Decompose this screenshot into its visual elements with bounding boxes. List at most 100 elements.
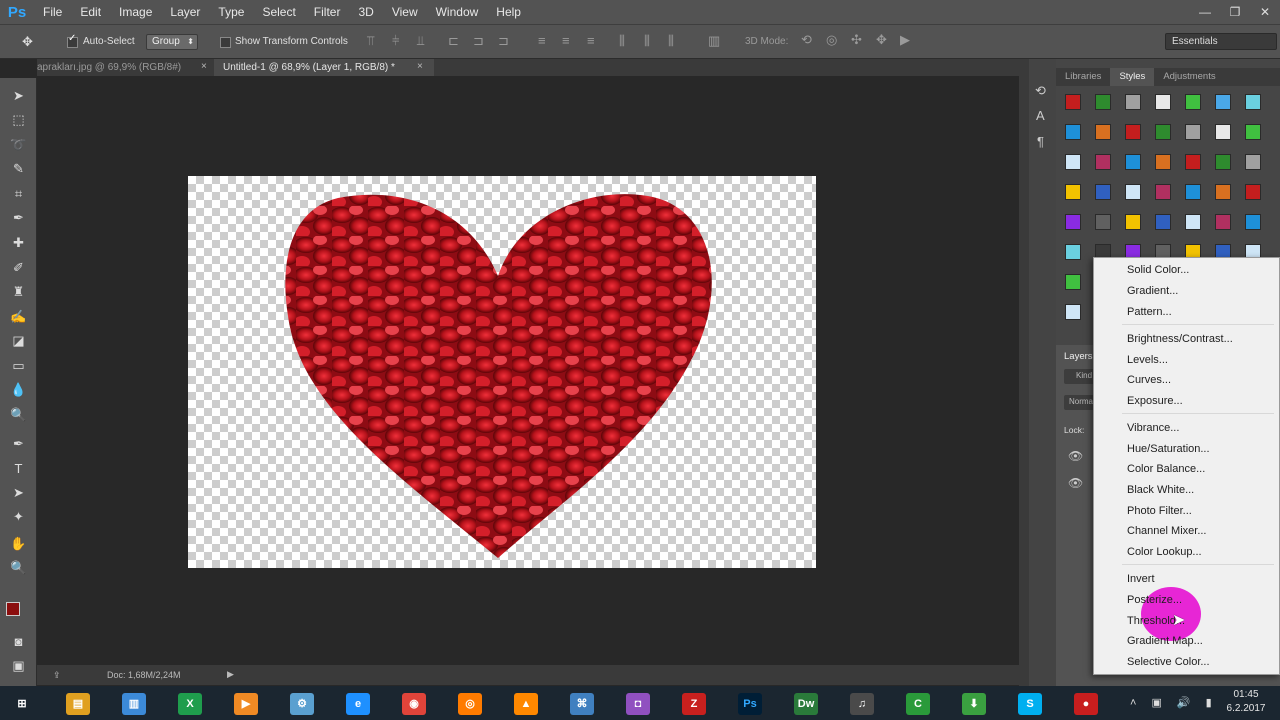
style-swatch[interactable] <box>1215 214 1231 230</box>
close-tab-icon[interactable]: × <box>201 61 207 72</box>
style-swatch[interactable] <box>1185 94 1201 110</box>
taskbar-recorder-icon[interactable]: ● <box>1068 689 1104 718</box>
taskbar-network-icon[interactable]: ⌘ <box>564 689 600 718</box>
menu-item-color-lookup[interactable]: Color Lookup... <box>1127 543 1202 561</box>
style-swatch[interactable] <box>1065 304 1081 320</box>
lasso-tool-icon[interactable]: ➰ <box>6 135 31 155</box>
style-swatch[interactable] <box>1125 94 1141 110</box>
menu-item-hue-saturation[interactable]: Hue/Saturation... <box>1127 440 1210 458</box>
show-transform-checkbox[interactable] <box>220 37 231 48</box>
taskbar-dreamweaver-icon[interactable]: Dw <box>788 689 824 718</box>
style-swatch[interactable] <box>1155 154 1171 170</box>
blur-tool-icon[interactable]: 💧 <box>6 380 31 400</box>
menu-layer[interactable]: Layer <box>161 0 209 24</box>
style-swatch[interactable] <box>1185 184 1201 200</box>
tab-document-2[interactable]: Untitled-1 @ 68,9% (Layer 1, RGB/8) * <box>214 59 434 76</box>
style-swatch[interactable] <box>1215 94 1231 110</box>
tab-adjustments[interactable]: Adjustments <box>1154 68 1224 86</box>
document-canvas[interactable] <box>188 176 816 568</box>
taskbar-camtasia-icon[interactable]: C <box>900 689 936 718</box>
align-bottom-icon[interactable]: ⫫ <box>417 33 424 49</box>
eraser-tool-icon[interactable]: ◪ <box>6 331 31 351</box>
paragraph-icon[interactable]: ¶ <box>1037 134 1044 149</box>
menu-item-posterize[interactable]: Posterize... <box>1127 591 1182 609</box>
gradient-tool-icon[interactable]: ▭ <box>6 356 31 376</box>
dodge-tool-icon[interactable]: 🔍 <box>6 405 31 425</box>
taskbar-file-explorer-icon[interactable]: ▤ <box>60 689 96 718</box>
taskbar-internet-explorer-icon[interactable]: e <box>340 689 376 718</box>
style-swatch[interactable] <box>1185 214 1201 230</box>
style-swatch[interactable] <box>1155 184 1171 200</box>
system-clock[interactable]: 01:45 6.2.2017 <box>1218 688 1274 718</box>
menu-item-gradient[interactable]: Gradient... <box>1127 282 1178 300</box>
menu-item-black-white[interactable]: Black White... <box>1127 481 1194 499</box>
taskbar-skype-icon[interactable]: S <box>1012 689 1048 718</box>
system-tray[interactable]: ˄ ▣ 🔊 ▮ <box>1130 696 1218 709</box>
move-tool-icon[interactable]: ➤ <box>6 86 31 106</box>
menu-select[interactable]: Select <box>253 0 304 24</box>
taskbar-filezilla-icon[interactable]: Z <box>676 689 712 718</box>
style-swatch[interactable] <box>1095 154 1111 170</box>
align-left-icon[interactable]: ⊏ <box>448 33 459 49</box>
menu-filter[interactable]: Filter <box>305 0 350 24</box>
panel-divider[interactable] <box>1019 59 1029 686</box>
style-swatch[interactable] <box>1065 94 1081 110</box>
eye-icon[interactable]: 👁 <box>1068 449 1083 463</box>
distribute-left-icon[interactable]: ⫼ <box>619 33 625 49</box>
menu-item-levels[interactable]: Levels... <box>1127 351 1168 369</box>
menu-item-vibrance[interactable]: Vibrance... <box>1127 419 1179 437</box>
taskbar-downloads-icon[interactable]: ⬇ <box>956 689 992 718</box>
distribute-top-icon[interactable]: ≡ <box>538 33 546 48</box>
menu-file[interactable]: File <box>34 0 71 24</box>
style-swatch[interactable] <box>1215 184 1231 200</box>
style-swatch[interactable] <box>1245 184 1261 200</box>
style-swatch[interactable] <box>1125 124 1141 140</box>
taskbar-excel-icon[interactable]: X <box>172 689 208 718</box>
menu-type[interactable]: Type <box>209 0 253 24</box>
tab-styles[interactable]: Styles <box>1110 68 1155 86</box>
restore-button[interactable]: ❐ <box>1220 0 1250 24</box>
eye-icon[interactable]: 👁 <box>1068 476 1083 490</box>
close-window-button[interactable]: ✕ <box>1250 0 1280 24</box>
align-vcenter-icon[interactable]: ⫩ <box>392 33 399 49</box>
distribute-hcenter-icon[interactable]: ⫼ <box>644 33 650 49</box>
style-swatch[interactable] <box>1095 94 1111 110</box>
3d-slide-icon[interactable]: ✥ <box>876 32 887 48</box>
menu-view[interactable]: View <box>383 0 427 24</box>
screen-mode-icon[interactable]: ▣ <box>6 656 31 676</box>
align-right-icon[interactable]: ⊐ <box>498 33 509 49</box>
taskbar-headphones-icon[interactable]: ♫ <box>844 689 880 718</box>
quick-mask-icon[interactable]: ◙ <box>6 631 31 651</box>
path-select-tool-icon[interactable]: ➤ <box>6 483 31 503</box>
style-swatch[interactable] <box>1155 214 1171 230</box>
style-swatch[interactable] <box>1185 154 1201 170</box>
menu-item-exposure[interactable]: Exposure... <box>1127 392 1183 410</box>
menu-item-invert[interactable]: Invert <box>1127 570 1155 588</box>
style-swatch[interactable] <box>1185 124 1201 140</box>
style-swatch[interactable] <box>1065 124 1081 140</box>
style-swatch[interactable] <box>1125 154 1141 170</box>
menu-item-photo-filter[interactable]: Photo Filter... <box>1127 502 1192 520</box>
3d-roll-icon[interactable]: ◎ <box>826 32 837 48</box>
menu-help[interactable]: Help <box>487 0 530 24</box>
style-swatch[interactable] <box>1245 124 1261 140</box>
menu-item-channel-mixer[interactable]: Channel Mixer... <box>1127 522 1206 540</box>
taskbar-camera-icon[interactable]: ◘ <box>620 689 656 718</box>
move-tool-icon[interactable]: ✥ <box>22 34 33 50</box>
marquee-tool-icon[interactable]: ⬚ <box>6 110 31 130</box>
close-tab-icon[interactable]: × <box>417 61 423 72</box>
workspace-switcher[interactable]: Essentials <box>1165 33 1277 50</box>
align-top-icon[interactable]: ⫪ <box>367 33 374 49</box>
3d-scale-icon[interactable]: ▶ <box>900 32 910 48</box>
menu-image[interactable]: Image <box>110 0 161 24</box>
3d-drag-icon[interactable]: ✣ <box>851 32 862 48</box>
distribute-bottom-icon[interactable]: ≡ <box>587 33 595 48</box>
tab-document-1[interactable]: aprakları.jpg @ 69,9% (RGB/8#) <box>37 59 213 76</box>
history-brush-tool-icon[interactable]: ✍ <box>6 307 31 327</box>
menu-edit[interactable]: Edit <box>71 0 110 24</box>
foreground-color-swatch[interactable] <box>6 602 20 616</box>
style-swatch[interactable] <box>1155 94 1171 110</box>
style-swatch[interactable] <box>1215 124 1231 140</box>
taskbar-firefox-icon[interactable]: ◎ <box>452 689 488 718</box>
brush-tool-icon[interactable]: ✐ <box>6 258 31 278</box>
